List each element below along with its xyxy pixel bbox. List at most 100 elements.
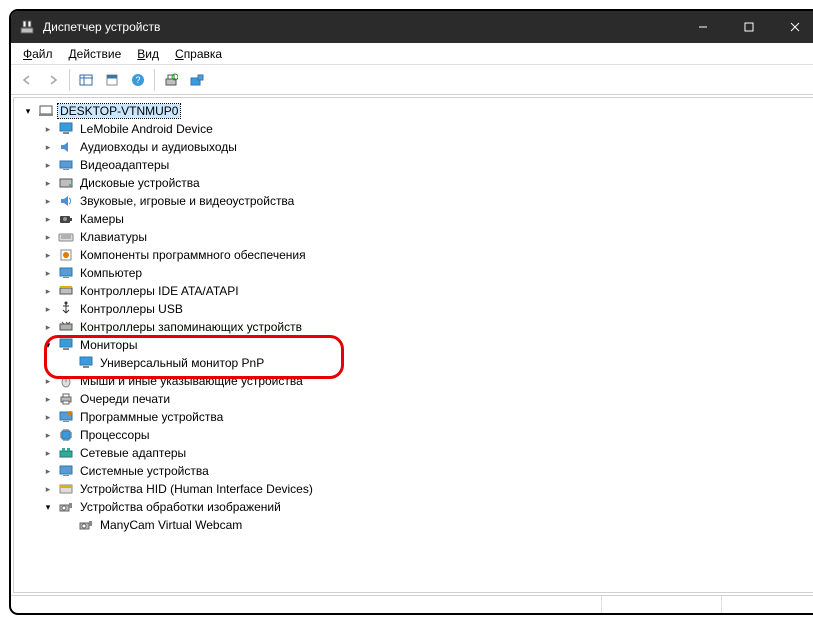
minimize-button[interactable] [680, 11, 726, 43]
help-button[interactable]: ? [126, 68, 150, 92]
maximize-button[interactable] [726, 11, 772, 43]
expand-icon[interactable]: ▸ [40, 463, 56, 479]
tree-label: LeMobile Android Device [78, 122, 215, 136]
tree-item-monitors[interactable]: ▾ Мониторы [14, 336, 813, 354]
scan-hardware-button[interactable] [159, 68, 183, 92]
software-device-icon [58, 409, 74, 425]
software-component-icon [58, 247, 74, 263]
tree-item[interactable]: ▸ Клавиатуры [14, 228, 813, 246]
status-cell [722, 596, 813, 613]
collapse-icon[interactable]: ▾ [40, 337, 56, 353]
tree-root[interactable]: ▾ DESKTOP-VTNMUP0 [14, 102, 813, 120]
tree-label: Программные устройства [78, 410, 225, 424]
tree-label: Мониторы [78, 338, 139, 352]
expand-icon[interactable]: ▸ [40, 229, 56, 245]
tree-item[interactable]: ▸ Камеры [14, 210, 813, 228]
forward-button [41, 68, 65, 92]
expand-icon[interactable]: ▸ [40, 427, 56, 443]
close-button[interactable] [772, 11, 813, 43]
monitor-icon [78, 355, 94, 371]
tree-item[interactable]: ▸ Видеоадаптеры [14, 156, 813, 174]
add-legacy-button[interactable] [185, 68, 209, 92]
tree-label: Контроллеры IDE ATA/ATAPI [78, 284, 241, 298]
tree-label: Контроллеры USB [78, 302, 185, 316]
window-title: Диспетчер устройств [43, 20, 680, 34]
network-icon [58, 445, 74, 461]
tree-root-label: DESKTOP-VTNMUP0 [58, 104, 180, 118]
tree-label: Очереди печати [78, 392, 172, 406]
disk-icon [58, 175, 74, 191]
tree-item[interactable]: ▸Аудиовходы и аудиовыходы [14, 138, 813, 156]
storage-controller-icon [58, 319, 74, 335]
menu-action[interactable]: Действие [61, 45, 130, 63]
expand-icon[interactable]: ▸ [40, 301, 56, 317]
device-tree[interactable]: ▾ DESKTOP-VTNMUP0 ▸ LeMobile Android Devi… [13, 97, 813, 593]
expand-icon[interactable]: ▸ [40, 373, 56, 389]
tree-item-manycam[interactable]: ▸ManyCam Virtual Webcam [14, 516, 813, 534]
svg-text:?: ? [135, 75, 140, 85]
expand-icon[interactable]: ▸ [40, 445, 56, 461]
toolbar-separator [154, 69, 155, 91]
status-cell [11, 596, 602, 613]
tree-item[interactable]: ▸ Контроллеры USB [14, 300, 813, 318]
expand-icon[interactable]: ▸ [40, 139, 56, 155]
expand-icon[interactable]: ▾ [20, 103, 36, 119]
menu-view[interactable]: Вид [129, 45, 167, 63]
audio-icon [58, 139, 74, 155]
show-hide-tree-button[interactable] [74, 68, 98, 92]
expand-icon[interactable]: ▸ [40, 283, 56, 299]
expand-icon[interactable]: ▸ [40, 247, 56, 263]
tree-item[interactable]: ▸Сетевые адаптеры [14, 444, 813, 462]
menu-file[interactable]: Файл [15, 45, 61, 63]
properties-button[interactable] [100, 68, 124, 92]
tree-item[interactable]: ▸Мыши и иные указывающие устройства [14, 372, 813, 390]
tree-item-pnp-monitor[interactable]: ▸Универсальный монитор PnP [14, 354, 813, 372]
hid-icon [58, 481, 74, 497]
tree-item[interactable]: ▸ Процессоры [14, 426, 813, 444]
expand-icon[interactable]: ▸ [40, 265, 56, 281]
tree-label: Компьютер [78, 266, 144, 280]
menu-help[interactable]: Справка [167, 45, 230, 63]
expand-icon[interactable]: ▸ [40, 391, 56, 407]
printer-icon [58, 391, 74, 407]
tree-item[interactable]: ▸ Компьютер [14, 264, 813, 282]
display-adapter-icon [58, 157, 74, 173]
tree-item[interactable]: ▸ Контроллеры IDE ATA/ATAPI [14, 282, 813, 300]
cpu-icon [58, 427, 74, 443]
tree-item[interactable]: ▸Дисковые устройства [14, 174, 813, 192]
ide-icon [58, 283, 74, 299]
tree-label: Процессоры [78, 428, 152, 442]
expand-icon[interactable]: ▸ [40, 211, 56, 227]
tree-item[interactable]: ▸ Устройства HID (Human Interface Devices… [14, 480, 813, 498]
tree-label: Камеры [78, 212, 126, 226]
tree-item[interactable]: ▸Системные устройства [14, 462, 813, 480]
tree-label: Устройства HID (Human Interface Devices) [78, 482, 315, 496]
expand-icon[interactable]: ▸ [40, 319, 56, 335]
camera-icon [58, 211, 74, 227]
expand-icon[interactable]: ▸ [40, 409, 56, 425]
tree-item[interactable]: ▸ Программные устройства [14, 408, 813, 426]
tree-item[interactable]: ▸ LeMobile Android Device [14, 120, 813, 138]
tree-item[interactable]: ▸Звуковые, игровые и видеоустройства [14, 192, 813, 210]
tree-item[interactable]: ▸ Контроллеры запоминающих устройств [14, 318, 813, 336]
expand-icon[interactable]: ▸ [40, 193, 56, 209]
expand-icon[interactable]: ▸ [40, 175, 56, 191]
expand-icon[interactable]: ▸ [40, 481, 56, 497]
tree-item[interactable]: ▸ Компоненты программного обеспечения [14, 246, 813, 264]
tree-label: Видеоадаптеры [78, 158, 171, 172]
tree-label: Контроллеры запоминающих устройств [78, 320, 304, 334]
collapse-icon[interactable]: ▾ [40, 499, 56, 515]
menubar: Файл Действие Вид Справка [11, 43, 813, 65]
computer-icon [38, 103, 54, 119]
tree-item-imaging[interactable]: ▾Устройства обработки изображений [14, 498, 813, 516]
monitor-icon [58, 337, 74, 353]
status-cell [602, 596, 722, 613]
expand-icon[interactable]: ▸ [40, 121, 56, 137]
app-icon [19, 19, 35, 35]
usb-icon [58, 301, 74, 317]
tree-item[interactable]: ▸ Очереди печати [14, 390, 813, 408]
tree-label: Клавиатуры [78, 230, 149, 244]
tree-label: ManyCam Virtual Webcam [98, 518, 244, 532]
expand-icon[interactable]: ▸ [40, 157, 56, 173]
tree-label: Компоненты программного обеспечения [78, 248, 308, 262]
